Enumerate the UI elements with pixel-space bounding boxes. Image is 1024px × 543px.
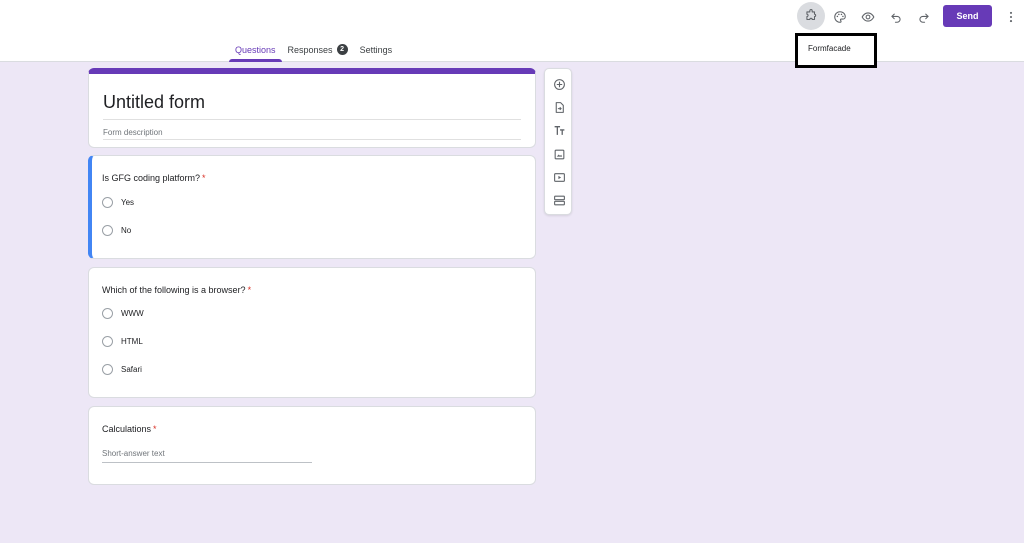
addons-button[interactable]: [797, 2, 825, 30]
preview-button[interactable]: [856, 5, 880, 29]
add-image-button[interactable]: [552, 147, 566, 161]
required-mark: *: [247, 285, 252, 295]
short-answer-field[interactable]: Short-answer text: [102, 449, 165, 458]
add-video-button[interactable]: [552, 170, 566, 184]
undo-button[interactable]: [884, 5, 908, 29]
puzzle-icon: [806, 9, 817, 21]
question-text: Which of the following is a browser?: [102, 285, 246, 295]
radio-button[interactable]: [102, 197, 113, 208]
add-question-button[interactable]: [552, 77, 566, 91]
option-label: Safari: [121, 365, 142, 374]
add-section-button[interactable]: [552, 193, 566, 207]
send-button[interactable]: Send: [943, 5, 992, 27]
radio-option[interactable]: Safari: [102, 364, 142, 375]
add-question-icon: [553, 78, 565, 90]
add-video-icon: [553, 172, 565, 182]
radio-button[interactable]: [102, 336, 113, 347]
title-underline: [103, 119, 521, 120]
undo-icon: [891, 13, 901, 23]
radio-option[interactable]: WWW: [102, 308, 144, 319]
import-questions-icon: [555, 101, 564, 113]
palette-icon: [834, 11, 846, 23]
radio-option[interactable]: No: [102, 225, 131, 236]
question-title: Calculations *: [102, 424, 157, 434]
question-text: Is GFG coding platform?: [102, 173, 201, 183]
radio-button[interactable]: [102, 308, 113, 319]
more-vert-icon: [1009, 11, 1013, 23]
option-label: No: [121, 226, 132, 235]
redo-button[interactable]: [912, 5, 936, 29]
add-image-icon: [554, 149, 564, 159]
tab-responses[interactable]: Responses 2: [282, 40, 354, 62]
responses-count-badge: 2: [336, 44, 348, 55]
radio-button[interactable]: [102, 364, 113, 375]
question-text: Calculations: [102, 424, 152, 434]
tab-responses-label: Responses: [287, 45, 333, 55]
short-answer-underline: [102, 462, 312, 463]
radio-button[interactable]: [102, 225, 113, 236]
tab-questions-label: Questions: [235, 45, 276, 55]
radio-option[interactable]: HTML: [102, 336, 143, 347]
radio-option[interactable]: Yes: [102, 197, 134, 208]
question-card[interactable]: Which of the following is a browser? * WW…: [88, 267, 536, 398]
question-card[interactable]: Calculations * Short-answer text: [88, 406, 536, 485]
option-label: WWW: [121, 309, 144, 318]
option-label: Yes: [121, 198, 135, 207]
question-title: Is GFG coding platform? *: [102, 173, 206, 183]
form-title-card: Untitled form Form description: [88, 68, 536, 148]
question-card[interactable]: Is GFG coding platform? * Yes No: [88, 155, 536, 259]
tab-settings[interactable]: Settings: [354, 40, 399, 62]
floating-toolbar: [544, 68, 572, 215]
question-title: Which of the following is a browser? *: [102, 285, 251, 295]
add-title-button[interactable]: [552, 123, 566, 137]
tab-questions[interactable]: Questions: [229, 40, 282, 62]
description-underline: [103, 139, 521, 140]
required-mark: *: [153, 424, 157, 434]
customize-theme-button[interactable]: [828, 5, 852, 29]
redo-icon: [919, 13, 929, 23]
import-questions-button[interactable]: [552, 100, 566, 114]
addon-tooltip[interactable]: Formfacade: [795, 33, 877, 68]
form-title[interactable]: Untitled form: [103, 92, 205, 113]
required-mark: *: [202, 173, 206, 183]
more-options-button[interactable]: [999, 5, 1023, 29]
tab-bar: Questions Responses 2 Settings: [229, 40, 398, 62]
addon-tooltip-label: Formfacade: [808, 44, 851, 53]
eye-icon: [861, 12, 875, 22]
tab-settings-label: Settings: [359, 45, 393, 55]
add-section-icon: [553, 195, 565, 205]
add-title-icon: [554, 125, 564, 135]
option-label: HTML: [121, 337, 143, 346]
form-description-field[interactable]: Form description: [103, 128, 163, 137]
